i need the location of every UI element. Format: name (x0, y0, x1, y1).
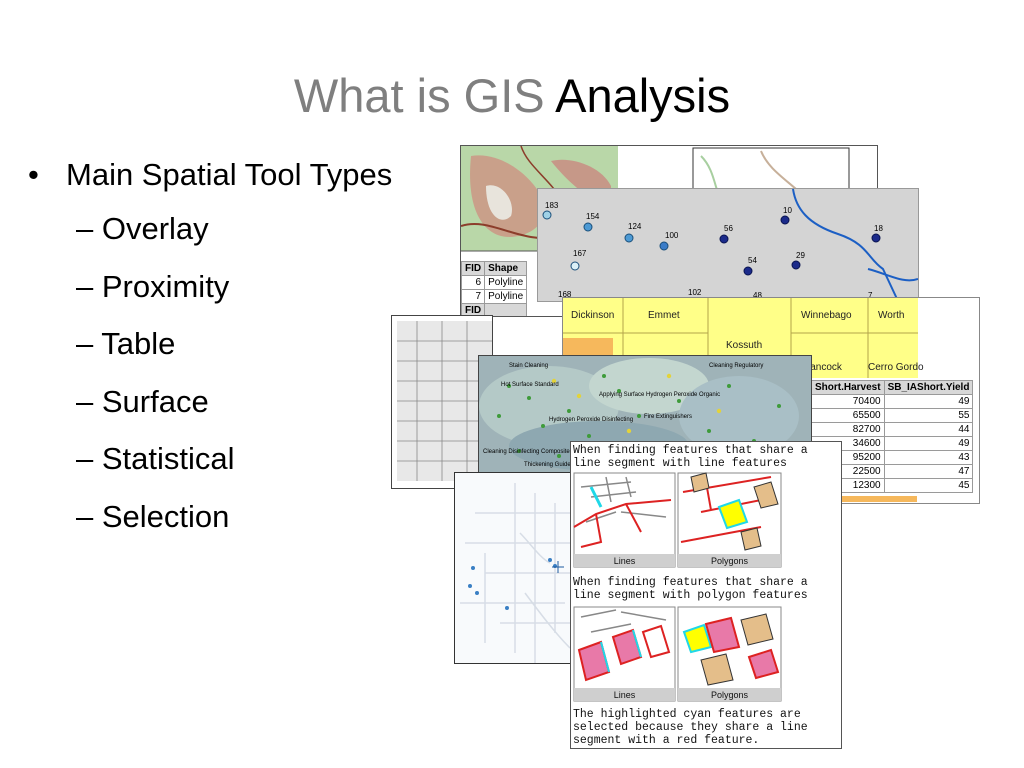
point-label: 167 (573, 249, 587, 258)
attr-header-shape: Shape (484, 261, 528, 276)
attr-cell: 7 (461, 289, 486, 304)
point-label: 18 (874, 224, 883, 233)
slide-title: What is GIS Analysis (0, 66, 1024, 126)
yield-header-yield: SB_IAShort.Yield (883, 380, 974, 395)
point-label: 100 (665, 231, 679, 240)
label-polygons-1: Polygons (710, 556, 749, 566)
county-label: Emmet (648, 310, 680, 321)
surface-label: Cleaning Regulatory (709, 363, 763, 369)
street-map-panel (454, 472, 576, 664)
yield-cell: 70400 (811, 394, 885, 409)
bullet-dot: • (28, 157, 39, 192)
proximity-map-graphic: 183 154 124 100 56 10 18 167 54 29 168 1… (542, 189, 918, 301)
label-lines-1: Lines (613, 556, 636, 566)
attr-cell: 6 (461, 275, 486, 290)
surface-label: Thickening Guide (524, 462, 571, 468)
attr-cell: Polyline (484, 275, 528, 290)
sub-item-proximity: – Proximity (76, 268, 230, 304)
proximity-map-panel: 183 154 124 100 56 10 18 167 54 29 168 1… (537, 188, 919, 302)
bullet-list: • Main Spatial Tool Types – Overlay – Pr… (28, 150, 392, 545)
label-lines-2: Lines (613, 690, 636, 700)
caption-cyan-explanation: The highlighted cyan features are select… (573, 708, 808, 747)
bullet-main-text: Main Spatial Tool Types (66, 157, 393, 192)
yield-cell: 55 (883, 408, 974, 423)
point-label: 183 (545, 201, 559, 210)
title-black-part: Analysis (555, 69, 731, 122)
label-polygons-2: Polygons (710, 690, 749, 700)
yield-cell: 43 (883, 450, 974, 465)
surface-label: Cleaning Disinfecting Composite (483, 449, 570, 455)
surface-label: Stain Cleaning (509, 363, 548, 369)
point-label: 102 (688, 288, 702, 297)
attr-cell: Polyline (484, 289, 528, 304)
yield-cell: 82700 (811, 422, 885, 437)
caption-polygon-features: When finding features that share a line … (573, 576, 808, 602)
yield-cell: 45 (883, 478, 974, 493)
sub-item-statistical: – Statistical (76, 441, 235, 476)
title-grey-part: What is GIS (293, 69, 545, 122)
surface-label: Hydrogen Peroxide Disinfecting (549, 417, 633, 423)
county-label: Cerro Gordo (868, 362, 924, 373)
yield-cell: 65500 (811, 408, 885, 423)
attribute-table: FID Shape 6 Polyline 7 Polyline FID (461, 261, 528, 316)
sub-item-table: – Table (76, 326, 176, 361)
bullet-main: • Main Spatial Tool Types (28, 150, 392, 200)
surface-label: Fire Extinguishers (644, 414, 692, 420)
point-label: 124 (628, 222, 642, 231)
sub-item-selection: – Selection (76, 498, 230, 534)
point-label: 10 (783, 206, 792, 215)
yield-header-harvest: Short.Harvest (811, 380, 885, 395)
yield-cell: 49 (883, 436, 974, 451)
point-label: 56 (724, 224, 733, 233)
point-label: 54 (748, 256, 757, 265)
sub-item-overlay: – Overlay (76, 211, 209, 246)
sub-item-surface: – Surface (76, 383, 209, 419)
yield-cell: 49 (883, 394, 974, 409)
selection-help-panel: When finding features that share a line … (570, 441, 842, 749)
point-label: 154 (586, 212, 600, 221)
county-label: Worth (878, 310, 905, 321)
surface-label: Applying Surface Hydrogen Peroxide Organ… (599, 392, 720, 398)
surface-label: Hot Surface Standard (501, 382, 559, 388)
street-map-graphic (460, 483, 575, 663)
point-label: 29 (796, 251, 805, 260)
yield-cell: 44 (883, 422, 974, 437)
attr-header-fid: FID (461, 261, 486, 276)
county-label: Winnebago (801, 310, 852, 321)
yield-cell: 47 (883, 464, 974, 479)
county-label: Dickinson (571, 310, 614, 321)
county-label: Kossuth (726, 340, 762, 351)
state-map-graphic (397, 321, 492, 481)
